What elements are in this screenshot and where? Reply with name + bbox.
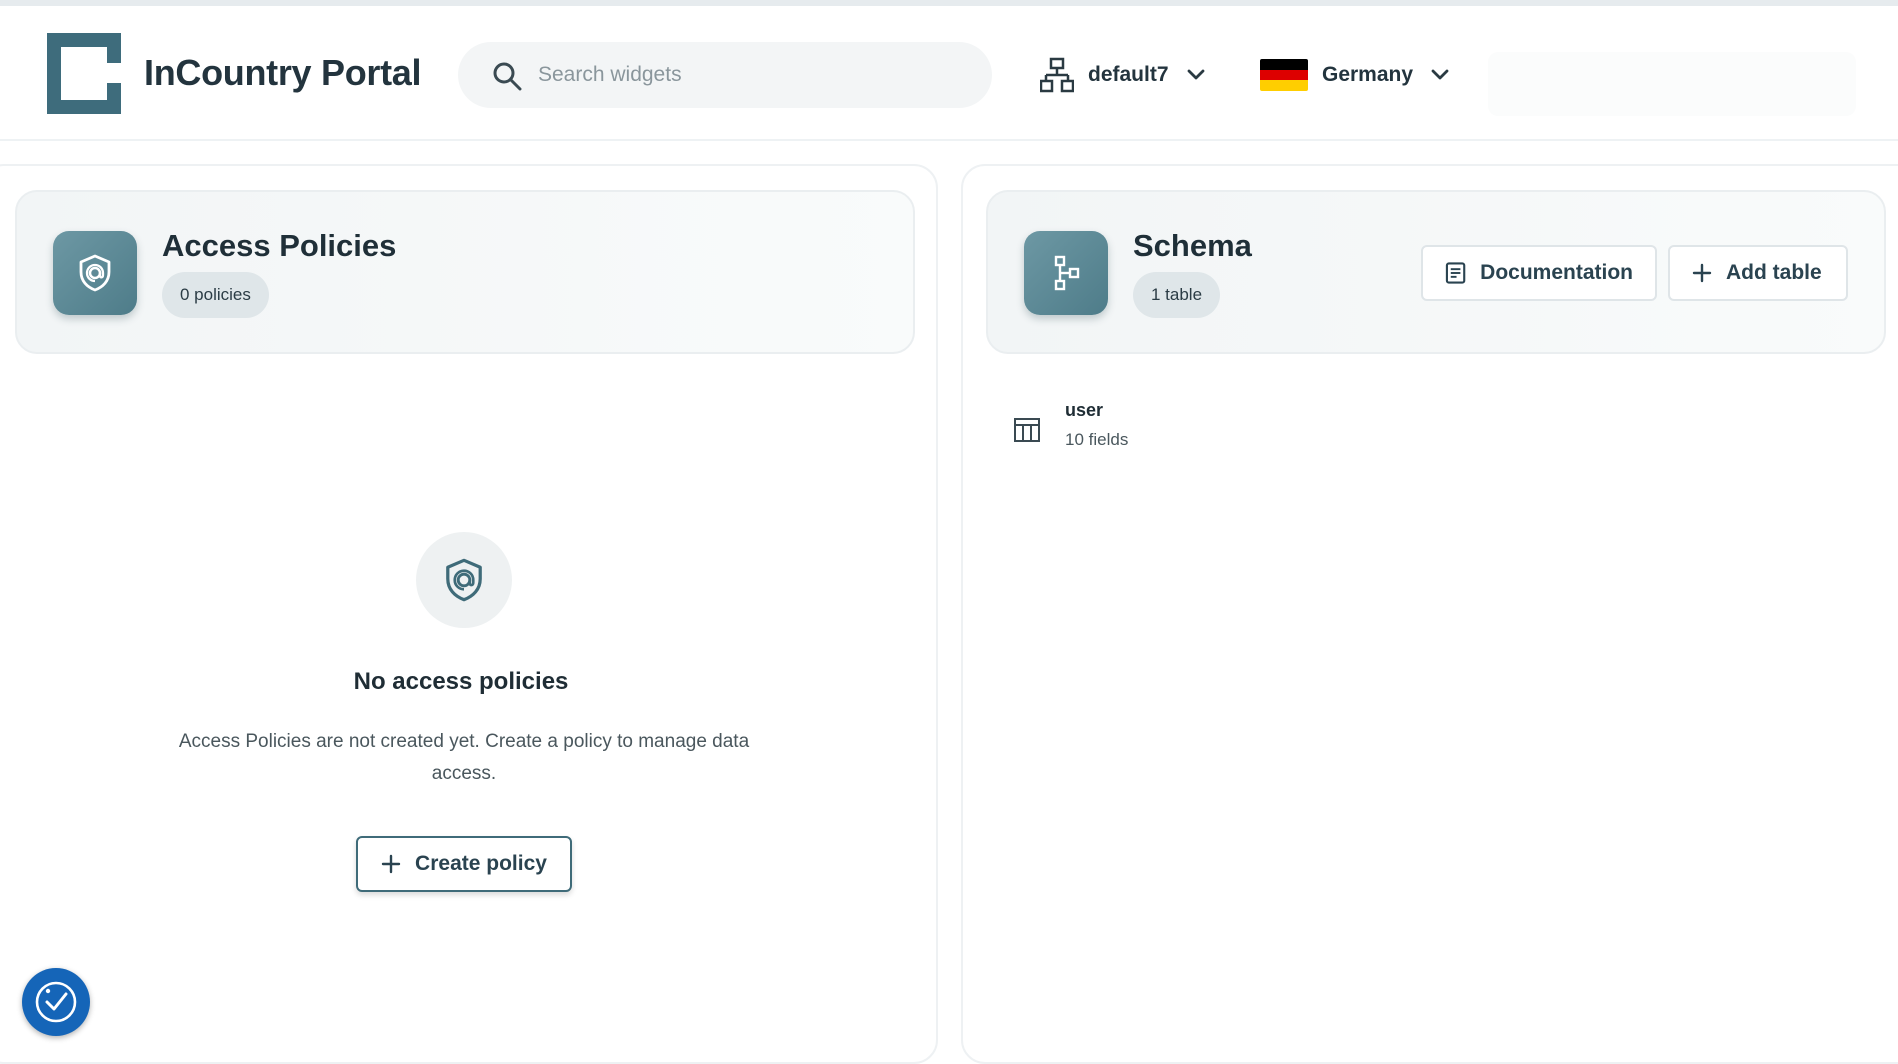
environment-selector[interactable]: default7 [1040,56,1207,94]
tables-count-badge: 1 table [1133,272,1221,318]
accessibility-button[interactable] [22,968,90,1036]
add-table-button[interactable]: Add table [1668,245,1848,301]
chevron-down-icon [1431,69,1449,80]
empty-state-icon [416,532,512,628]
empty-state-title: No access policies [353,668,569,695]
documentation-label: Documentation [1480,261,1633,284]
schema-title: Schema [1133,228,1252,263]
add-table-label: Add table [1726,261,1822,284]
top-header: InCountry Portal default7 Germany [0,6,1898,141]
search-icon [493,62,522,91]
environment-label: default7 [1088,63,1169,86]
search-bar[interactable] [458,42,992,108]
accessibility-check-icon [35,981,77,1023]
schema-panel: Schema 1 table Documentation Add table u… [961,164,1898,1064]
empty-state-description: Access Policies are not created yet. Cre… [178,731,750,784]
access-policies-header: Access Policies 0 policies [15,190,915,354]
schema-tile [1024,231,1108,315]
schema-table-item[interactable]: user 10 fields [1013,400,1313,460]
access-policies-tile [53,231,137,315]
shield-icon [79,254,111,292]
app-title: InCountry Portal [144,52,422,93]
table-field-count: 10 fields [1065,430,1129,449]
document-icon [1445,262,1466,284]
documentation-button[interactable]: Documentation [1421,245,1657,301]
country-selector[interactable]: Germany [1260,56,1451,94]
table-name: user [1065,400,1104,420]
chevron-down-icon [1187,69,1204,80]
access-policies-panel: Access Policies 0 policies No access pol… [0,164,938,1064]
table-icon [1014,418,1040,442]
plus-icon [1692,263,1712,283]
create-policy-button[interactable]: Create policy [356,836,572,892]
country-label: Germany [1322,63,1414,86]
policies-count-badge: 0 policies [162,272,269,318]
incountry-logo [47,33,121,114]
shield-icon [446,558,482,602]
search-input[interactable] [538,42,968,108]
plus-icon [381,854,401,874]
user-area-placeholder [1488,52,1856,116]
schema-header: Schema 1 table Documentation Add table [986,190,1886,354]
network-icon [1040,57,1074,93]
create-policy-label: Create policy [415,852,547,875]
schema-tree-icon [1054,255,1080,291]
access-policies-title: Access Policies [162,228,397,263]
germany-flag-icon [1260,59,1308,91]
